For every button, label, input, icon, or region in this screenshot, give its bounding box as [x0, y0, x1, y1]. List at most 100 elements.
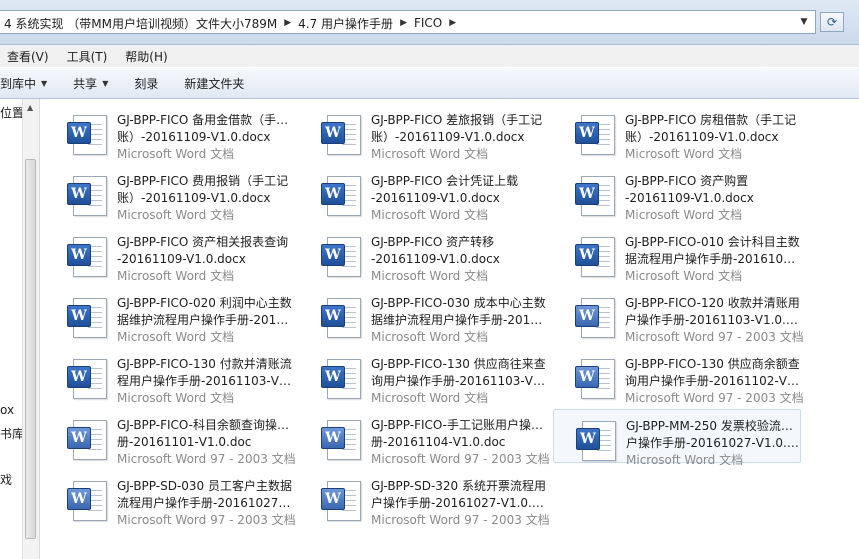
chevron-right-icon[interactable]: ▶ [446, 18, 459, 28]
file-list: W GJ-BPP-FICO 备用金借款（手工记 账）-20161109-V1.0.d… [40, 99, 859, 559]
command-bar: 到库中 ▼ 共享 ▼ 刻录 新建文件夹 [0, 68, 859, 99]
file-type: Microsoft Word 97 - 2003 文档 [117, 513, 296, 527]
word-document-icon: W [65, 298, 109, 340]
file-item[interactable]: W GJ-BPP-FICO 资产转移 -20161109-V1.0.docx Micr… [299, 226, 547, 283]
breadcrumb-item[interactable]: FICO [410, 16, 446, 30]
word-document-icon: W [319, 359, 363, 401]
file-type: Microsoft Word 文档 [117, 391, 235, 405]
include-in-library-button[interactable]: 到库中 ▼ [0, 75, 60, 92]
file-item[interactable]: W GJ-BPP-FICO 会计凭证上载 -20161109-V1.0.docx Mi… [299, 165, 547, 222]
refresh-icon[interactable]: ⟳ [820, 12, 844, 32]
menu-help[interactable]: 帮助(H) [116, 48, 176, 65]
menu-tools[interactable]: 工具(T) [58, 48, 117, 65]
file-type: Microsoft Word 文档 [371, 208, 489, 222]
file-item[interactable]: W GJ-BPP-FICO-手工记账用户操作手 册-20161104-V1.0.do… [299, 409, 550, 466]
chevron-down-icon: ▼ [41, 78, 48, 88]
file-item[interactable]: W GJ-BPP-FICO 资产购置 -20161109-V1.0.docx Micr… [553, 165, 801, 222]
nav-item-library[interactable]: 书库 [0, 425, 24, 442]
file-type: Microsoft Word 97 - 2003 文档 [371, 452, 550, 466]
file-name-line1: GJ-BPP-FICO 费用报销（手工记 [117, 174, 289, 188]
word-document-icon: W [574, 421, 618, 463]
file-name-line1: GJ-BPP-FICO-030 成本中心主数 [371, 296, 546, 310]
nav-scrollbar[interactable]: ▲ [22, 99, 39, 559]
share-label: 共享 [73, 76, 98, 91]
file-item[interactable]: W GJ-BPP-FICO-010 会计科目主数 据流程用户操作手册-2016101… [553, 226, 801, 283]
word-document-icon: W [319, 115, 363, 157]
scrollbar-thumb[interactable] [25, 159, 36, 539]
chevron-right-icon[interactable]: ▶ [397, 18, 410, 28]
share-button[interactable]: 共享 ▼ [60, 75, 121, 92]
word-document-icon: W [573, 237, 617, 279]
file-name-line2: -20161109-V1.0.docx [625, 191, 754, 205]
file-type: Microsoft Word 文档 [371, 391, 489, 405]
word-document-icon: W [573, 176, 617, 218]
file-name-line2: 询用户操作手册-20161102-V1.0.... [625, 374, 801, 388]
word-document-icon: W [65, 420, 109, 462]
file-item[interactable]: W GJ-BPP-FICO-130 供应商余额查 询用户操作手册-20161102-… [553, 348, 804, 405]
file-type: Microsoft Word 文档 [117, 330, 235, 344]
scroll-up-icon[interactable]: ▲ [27, 103, 33, 112]
address-bar[interactable]: 4 系统实现 （带MM用户培训视频）文件大小789M ▶ 4.7 用户操作手册 … [0, 10, 816, 34]
burn-button[interactable]: 刻录 [121, 75, 171, 92]
file-item[interactable]: W GJ-BPP-MM-250 发票校验流程用 户操作手册-20161027-V1.… [553, 409, 802, 467]
word-document-icon: W [65, 176, 109, 218]
file-type: Microsoft Word 文档 [371, 269, 489, 283]
file-name-line1: GJ-BPP-FICO 资产转移 [371, 235, 495, 249]
navigation-pane: 位置 ox 书库 戏 ▲ [0, 99, 40, 559]
address-bar-area: 4 系统实现 （带MM用户培训视频）文件大小789M ▶ 4.7 用户操作手册 … [0, 0, 859, 45]
file-name-line2: 户操作手册-20161027-V1.0.docx [626, 436, 802, 450]
word-document-icon: W [65, 115, 109, 157]
word-document-icon: W [319, 481, 363, 523]
breadcrumb: 4 系统实现 （带MM用户培训视频）文件大小789M ▶ 4.7 用户操作手册 … [0, 14, 459, 32]
file-item[interactable]: W GJ-BPP-SD-320 系统开票流程用 户操作手册-20161027-V1.… [299, 470, 550, 527]
file-name-line1: GJ-BPP-SD-320 系统开票流程用 [371, 479, 546, 493]
chevron-right-icon[interactable]: ▶ [281, 18, 294, 28]
file-item[interactable]: W GJ-BPP-FICO-130 付款并清账流 程用户操作手册-20161103-… [45, 348, 293, 405]
file-item[interactable]: W GJ-BPP-FICO-科目余额查询操作手 册-20161101-V1.0.do… [45, 409, 296, 466]
file-type: Microsoft Word 文档 [625, 208, 743, 222]
nav-item-location[interactable]: 位置 [0, 104, 24, 121]
file-name-line1: GJ-BPP-FICO-130 付款并清账流 [117, 357, 292, 371]
breadcrumb-item[interactable]: 4 系统实现 （带MM用户培训视频）文件大小789M [0, 15, 281, 32]
word-document-icon: W [65, 237, 109, 279]
file-item[interactable]: W GJ-BPP-SD-030 员工客户主数据 流程用户操作手册-20161027-… [45, 470, 296, 527]
file-name-line2: 流程用户操作手册-20161027-V1... [117, 496, 293, 510]
file-name-line2: 账）-20161109-V1.0.docx [371, 130, 525, 144]
file-item[interactable]: W GJ-BPP-FICO 费用报销（手工记 账）-20161109-V1.0.do… [45, 165, 293, 222]
nav-item-dropbox[interactable]: ox [0, 403, 14, 417]
file-name-line1: GJ-BPP-FICO 备用金借款（手工记 [117, 113, 293, 127]
nav-item-games[interactable]: 戏 [0, 471, 12, 488]
file-type: Microsoft Word 文档 [117, 147, 235, 161]
new-folder-button[interactable]: 新建文件夹 [171, 75, 257, 92]
file-item[interactable]: W GJ-BPP-FICO-130 供应商往来查 询用户操作手册-20161103-… [299, 348, 547, 405]
chevron-down-icon[interactable]: ▼ [797, 14, 811, 30]
file-item[interactable]: W GJ-BPP-FICO 房租借款（手工记 账）-20161109-V1.0.do… [553, 104, 801, 161]
word-document-icon: W [319, 237, 363, 279]
menu-view[interactable]: 查看(V) [0, 48, 58, 65]
file-item[interactable]: W GJ-BPP-FICO 资产相关报表查询 -20161109-V1.0.docx… [45, 226, 293, 283]
file-item[interactable]: W GJ-BPP-FICO 备用金借款（手工记 账）-20161109-V1.0.d… [45, 104, 293, 161]
file-name-line1: GJ-BPP-FICO-130 供应商往来查 [371, 357, 546, 371]
file-name-line2: 程用户操作手册-20161103-V1.0.... [117, 374, 293, 388]
word-document-icon: W [65, 359, 109, 401]
word-document-icon: W [319, 298, 363, 340]
file-name-line2: 据维护流程用户操作手册-20161... [117, 313, 293, 327]
file-item[interactable]: W GJ-BPP-FICO-030 成本中心主数 据维护流程用户操作手册-20161… [299, 287, 547, 344]
file-type: Microsoft Word 文档 [371, 330, 489, 344]
file-name-line2: 询用户操作手册-20161103-V1.0.... [371, 374, 547, 388]
file-name-line2: 户操作手册-20161027-V1.0.doc [371, 496, 547, 510]
breadcrumb-item[interactable]: 4.7 用户操作手册 [294, 15, 397, 32]
file-name-line1: GJ-BPP-FICO 资产购置 [625, 174, 749, 188]
file-item[interactable]: W GJ-BPP-FICO 差旅报销（手工记 账）-20161109-V1.0.do… [299, 104, 547, 161]
word-document-icon: W [573, 115, 617, 157]
file-name-line1: GJ-BPP-FICO 房租借款（手工记 [625, 113, 797, 127]
file-item[interactable]: W GJ-BPP-FICO-020 利润中心主数 据维护流程用户操作手册-20161… [45, 287, 293, 344]
include-in-library-label: 到库中 [0, 76, 37, 91]
file-name-line2: -20161109-V1.0.docx [117, 252, 246, 266]
file-name-line2: 账）-20161109-V1.0.docx [117, 191, 271, 205]
file-type: Microsoft Word 文档 [117, 208, 235, 222]
file-item[interactable]: W GJ-BPP-FICO-120 收款并清账用 户操作手册-20161103-V1… [553, 287, 804, 344]
file-type: Microsoft Word 97 - 2003 文档 [625, 330, 804, 344]
file-name-line1: GJ-BPP-FICO-科目余额查询操作手 [117, 418, 293, 432]
file-name-line2: 册-20161104-V1.0.doc [371, 435, 506, 449]
